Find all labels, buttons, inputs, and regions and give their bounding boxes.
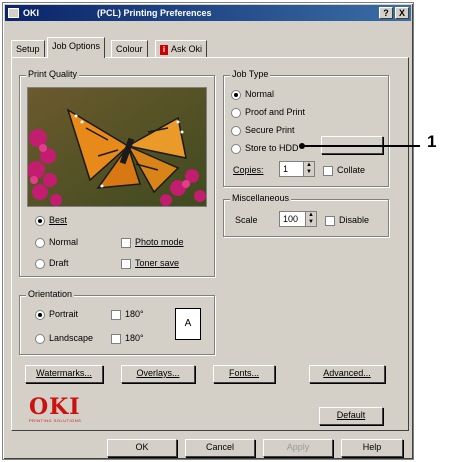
callout-leader-line <box>302 145 420 147</box>
oki-logo: OKI PRINTING SOLUTIONS <box>29 396 99 426</box>
fonts-button[interactable]: Fonts... <box>213 365 275 383</box>
oki-logo-text: OKI <box>29 394 81 420</box>
app-name: OKI <box>23 8 40 18</box>
title-bar: OKI (PCL) Printing Preferences ? X <box>5 5 411 21</box>
callout-number: 1 <box>427 132 437 151</box>
spin-arrows-icon[interactable]: ▲ ▼ <box>303 162 314 176</box>
scale-stepper[interactable]: 100 ▲ ▼ <box>279 211 317 227</box>
scale-label-text: Scale <box>235 215 258 226</box>
help-button[interactable]: Help <box>341 439 403 457</box>
job-normal-radio[interactable]: Normal <box>231 89 274 100</box>
secure-print-radio[interactable]: Secure Print <box>231 125 295 136</box>
overlays-button[interactable]: Overlays... <box>121 365 195 383</box>
checkbox <box>121 237 131 248</box>
watermarks-button-label: Watermarks... <box>36 368 92 378</box>
checkbox <box>111 309 121 320</box>
watermarks-button[interactable]: Watermarks... <box>25 365 103 383</box>
help-title-button[interactable]: ? <box>379 7 393 19</box>
tab-setup[interactable]: Setup <box>11 40 45 57</box>
default-button[interactable]: Default <box>319 407 383 425</box>
page-orientation-icon: A <box>175 308 201 340</box>
info-icon: i <box>160 44 168 55</box>
miscellaneous-label: Miscellaneous <box>230 193 292 203</box>
landscape-radio[interactable]: Landscape <box>35 333 93 344</box>
printing-preferences-window: OKI (PCL) Printing Preferences ? X Setup… <box>2 2 414 460</box>
butterfly-preview-image <box>27 87 207 207</box>
print-quality-label: Print Quality <box>26 69 80 79</box>
rotate-180-label: 180° <box>125 333 144 344</box>
overlays-button-label: Overlays... <box>136 368 180 378</box>
copies-label-text: Copies: <box>233 165 264 176</box>
radio-button <box>231 107 241 118</box>
cancel-button[interactable]: Cancel <box>185 439 255 457</box>
tab-colour-label: Colour <box>116 44 143 54</box>
close-button[interactable]: X <box>395 7 409 19</box>
radio-button <box>231 89 241 100</box>
job-normal-label: Normal <box>245 89 275 100</box>
quality-draft-radio[interactable]: Draft <box>35 258 69 269</box>
toner-save-checkbox[interactable]: Toner save <box>121 258 179 269</box>
store-hdd-label: Store to HDD <box>245 143 299 154</box>
rotate-180-landscape-checkbox[interactable]: 180° <box>111 333 144 344</box>
portrait-label: Portrait <box>49 309 79 320</box>
quality-best-radio[interactable]: Best <box>35 215 67 226</box>
checkbox <box>323 165 333 176</box>
rotate-180-portrait-checkbox[interactable]: 180° <box>111 309 144 320</box>
collate-label: Collate <box>337 165 366 176</box>
apply-button[interactable]: Apply <box>263 439 333 457</box>
quality-normal-radio[interactable]: Normal <box>35 237 78 248</box>
copies-value: 1 <box>283 164 289 174</box>
radio-button <box>35 309 45 320</box>
photo-mode-label: Photo mode <box>135 237 184 248</box>
orientation-label: Orientation <box>26 289 75 299</box>
portrait-radio[interactable]: Portrait <box>35 309 78 320</box>
advanced-button-label: Advanced... <box>323 368 371 378</box>
radio-button <box>35 215 45 226</box>
photo-mode-checkbox[interactable]: Photo mode <box>121 237 184 248</box>
disable-scale-checkbox[interactable]: Disable <box>325 215 369 226</box>
toner-save-label: Toner save <box>135 258 180 269</box>
radio-button <box>35 258 45 269</box>
window-title: (PCL) Printing Preferences <box>97 8 212 18</box>
oki-logo-tagline: PRINTING SOLUTIONS <box>29 418 82 423</box>
copies-label: Copies: <box>233 165 264 176</box>
scale-value: 100 <box>283 214 299 224</box>
disable-label: Disable <box>339 215 370 226</box>
collate-checkbox[interactable]: Collate <box>323 165 365 176</box>
radio-button <box>35 237 45 248</box>
radio-button <box>231 125 241 136</box>
proof-print-label: Proof and Print <box>245 107 306 118</box>
radio-button <box>35 333 45 344</box>
tab-job-options[interactable]: Job Options <box>47 37 106 58</box>
checkbox <box>111 333 121 344</box>
quality-draft-label: Draft <box>49 258 69 269</box>
ok-button[interactable]: OK <box>107 439 177 457</box>
proof-print-radio[interactable]: Proof and Print <box>231 107 305 118</box>
job-type-label: Job Type <box>230 69 271 79</box>
radio-button <box>231 143 241 154</box>
scale-label: Scale <box>235 215 258 226</box>
quality-best-label: Best <box>49 215 68 226</box>
rotate-180-label: 180° <box>125 309 144 320</box>
checkbox <box>325 215 335 226</box>
spin-arrows-icon[interactable]: ▲ ▼ <box>305 212 316 226</box>
store-hdd-radio[interactable]: Store to HDD <box>231 143 299 154</box>
quality-normal-label: Normal <box>49 237 79 248</box>
advanced-button[interactable]: Advanced... <box>309 365 385 383</box>
landscape-label: Landscape <box>49 333 94 344</box>
tab-colour[interactable]: Colour <box>111 40 148 57</box>
copies-stepper[interactable]: 1 ▲ ▼ <box>279 161 315 177</box>
fonts-button-label: Fonts... <box>228 368 259 378</box>
printer-icon <box>8 8 19 18</box>
default-button-label: Default <box>336 410 366 420</box>
tab-ask-oki-label: Ask Oki <box>171 44 203 54</box>
tab-setup-label: Setup <box>16 44 40 54</box>
secure-print-label: Secure Print <box>245 125 295 136</box>
tab-ask-oki[interactable]: i Ask Oki <box>155 40 208 57</box>
tab-job-options-label: Job Options <box>52 41 101 51</box>
checkbox <box>121 258 131 269</box>
